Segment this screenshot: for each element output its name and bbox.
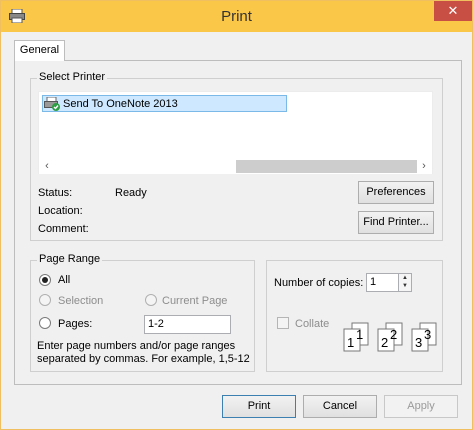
all-label: All [58, 274, 71, 286]
comment-label: Comment: [38, 223, 89, 235]
preferences-button[interactable]: Preferences [358, 181, 434, 204]
page-range-hint-line1: Enter page numbers and/or page ranges [37, 340, 236, 352]
print-button[interactable]: Print [222, 395, 296, 418]
current-page-radio[interactable] [145, 294, 157, 306]
pages-radio[interactable] [39, 317, 51, 329]
scrollbar-thumb[interactable] [236, 160, 417, 173]
print-dialog: Print ✕ General Select Printer Send To O… [0, 0, 473, 430]
apply-button[interactable]: Apply [384, 395, 458, 418]
select-printer-legend: Select Printer [37, 71, 108, 83]
collate-page-number: 3 [424, 327, 431, 342]
collate-checkbox[interactable] [277, 317, 289, 329]
status-label: Status: [38, 187, 73, 199]
find-printer-button[interactable]: Find Printer... [358, 211, 434, 234]
close-icon: ✕ [447, 3, 459, 18]
title-bar: Print ✕ [1, 1, 472, 32]
pages-input[interactable]: 1-2 [144, 315, 231, 334]
onenote-printer-icon [44, 97, 60, 111]
printer-list-scrollbar[interactable]: ‹ › [39, 159, 432, 174]
number-of-copies-label: Number of copies: [274, 277, 364, 289]
all-radio[interactable] [39, 274, 51, 286]
scroll-left-icon[interactable]: ‹ [40, 160, 54, 173]
scroll-right-icon[interactable]: › [417, 160, 431, 173]
collate-pages-icon: 1 1 2 2 3 3 [343, 322, 437, 352]
spin-up-icon[interactable]: ▲ [399, 274, 411, 282]
location-label: Location: [38, 205, 83, 217]
page-range-hint-line2: separated by commas. For example, 1,5-12 [37, 353, 250, 365]
radio-selected-dot [42, 277, 48, 283]
collate-page-number: 1 [356, 327, 363, 342]
collate-label: Collate [295, 318, 330, 330]
current-page-label: Current Page [162, 295, 228, 307]
selection-radio[interactable] [39, 294, 51, 306]
collate-page-number: 2 [390, 327, 397, 342]
status-value: Ready [115, 187, 147, 199]
cancel-button[interactable]: Cancel [303, 395, 377, 418]
tab-general[interactable]: General [14, 40, 65, 61]
printer-name: Send To OneNote 2013 [63, 98, 178, 110]
close-button[interactable]: ✕ [434, 1, 472, 21]
collate-page-number: 1 [347, 335, 354, 350]
printer-list[interactable]: Send To OneNote 2013 ‹ › [38, 91, 433, 174]
page-range-legend: Page Range [37, 253, 103, 265]
window-title: Print [221, 8, 252, 25]
collate-page-number: 3 [415, 335, 422, 350]
pages-label: Pages: [58, 318, 93, 330]
collate-page-number: 2 [381, 335, 388, 350]
printer-item-send-to-onenote[interactable]: Send To OneNote 2013 [42, 95, 287, 112]
spin-down-icon[interactable]: ▼ [399, 282, 411, 290]
selection-label: Selection [58, 295, 104, 307]
copies-input[interactable]: 1 [366, 273, 399, 292]
tab-label: General [19, 44, 60, 56]
copies-spinner[interactable]: ▲ ▼ [398, 273, 412, 292]
